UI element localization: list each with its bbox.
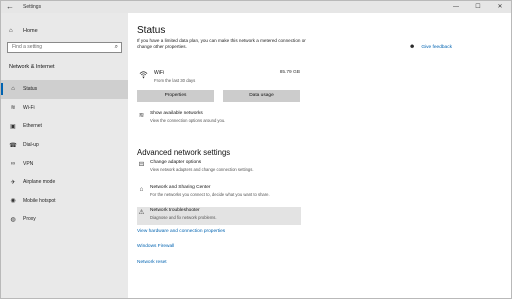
network-troubleshooter[interactable]: ⚠ Network troubleshooter Diagnose and fi… <box>137 207 301 225</box>
network-usage-row: WiFi From the last 30 days 85.79 GB <box>137 70 300 84</box>
wifi-icon: ≋ <box>10 105 16 112</box>
option-description: Diagnose and fix network problems. <box>150 215 217 220</box>
search-placeholder: Find a setting <box>12 44 43 50</box>
title-bar: ← Settings — ☐ ✕ <box>1 1 511 13</box>
change-adapter-options[interactable]: ⊟ Change adapter options View network ad… <box>137 159 300 177</box>
sidebar-item-status[interactable]: ⌂ Status <box>1 80 128 99</box>
properties-button[interactable]: Properties <box>137 90 214 102</box>
adapter-icon: ⊟ <box>138 161 145 168</box>
home-icon: ⌂ <box>11 86 15 93</box>
sidebar-item-label: VPN <box>23 160 34 167</box>
sidebar-item-label: Dial-up <box>23 142 39 149</box>
option-title: Show available networks <box>150 111 203 116</box>
settings-window: ← Settings — ☐ ✕ ⌂ Home Find a setting ⌕… <box>0 0 512 299</box>
minimize-button[interactable]: — <box>445 1 467 13</box>
home-label: Home <box>23 28 38 34</box>
option-title: Network and Sharing Center <box>150 185 211 190</box>
warning-icon: ⚠ <box>138 209 145 216</box>
home-link[interactable]: ⌂ Home <box>9 27 38 35</box>
wifi-icon <box>139 71 148 79</box>
sidebar-item-label: Status <box>23 86 38 93</box>
sidebar-item-ethernet[interactable]: ▣ Ethernet <box>1 117 128 136</box>
sidebar-item-airplane-mode[interactable]: ✈ Airplane mode <box>1 173 128 192</box>
back-button[interactable]: ← <box>5 2 15 12</box>
option-description: View the connection options around you. <box>150 118 226 123</box>
vpn-icon: ∞ <box>10 160 16 167</box>
give-feedback-link[interactable]: ☻ Give feedback <box>409 44 452 50</box>
network-reset-link[interactable]: Network reset <box>137 260 167 265</box>
airplane-icon: ✈ <box>10 179 16 186</box>
page-title: Status <box>137 25 166 36</box>
globe-icon: ◍ <box>10 216 16 223</box>
sidebar-item-label: Airplane mode <box>23 179 56 186</box>
view-hardware-link[interactable]: View hardware and connection properties <box>137 229 225 234</box>
sidebar-item-label: Wi-Fi <box>23 104 35 111</box>
feedback-icon: ☻ <box>409 44 416 50</box>
advanced-settings-heading: Advanced network settings <box>137 148 231 157</box>
sidebar-nav: ⌂ Status ≋ Wi-Fi ▣ Ethernet ☎ Dial-up ∞ … <box>1 80 128 229</box>
sidebar-item-wifi[interactable]: ≋ Wi-Fi <box>1 99 128 118</box>
sidebar-item-proxy[interactable]: ◍ Proxy <box>1 210 128 229</box>
wifi-icon: ≋ <box>138 112 145 119</box>
network-name: WiFi <box>154 70 164 76</box>
option-description: For the networks you connect to, decide … <box>150 192 270 197</box>
sidebar-item-label: Ethernet <box>23 123 42 130</box>
windows-firewall-link[interactable]: Windows Firewall <box>137 244 174 249</box>
status-intro-text: If you have a limited data plan, you can… <box>137 38 306 49</box>
search-input[interactable]: Find a setting ⌕ <box>7 42 122 53</box>
show-available-networks[interactable]: ≋ Show available networks View the conne… <box>137 110 300 128</box>
sidebar-section-title: Network & Internet <box>9 64 55 70</box>
sidebar-item-vpn[interactable]: ∞ VPN <box>1 154 128 173</box>
home-icon: ⌂ <box>9 28 13 34</box>
option-title: Change adapter options <box>150 160 202 165</box>
sidebar-item-label: Mobile hotspot <box>23 197 56 204</box>
sidebar-item-dialup[interactable]: ☎ Dial-up <box>1 136 128 155</box>
option-title: Network troubleshooter <box>150 208 200 213</box>
window-title: Settings <box>23 4 42 10</box>
sidebar-item-label: Proxy <box>23 216 36 223</box>
sidebar-item-mobile-hotspot[interactable]: ◉ Mobile hotspot <box>1 192 128 211</box>
search-icon[interactable]: ⌕ <box>115 43 118 52</box>
close-button[interactable]: ✕ <box>489 1 511 13</box>
main-content: Status If you have a limited data plan, … <box>128 13 511 298</box>
sharing-icon: ⌂ <box>139 186 144 193</box>
network-and-sharing-center[interactable]: ⌂ Network and Sharing Center For the net… <box>137 184 300 202</box>
sidebar: ⌂ Home Find a setting ⌕ Network & Intern… <box>1 13 128 298</box>
hotspot-icon: ◉ <box>10 198 16 205</box>
window-controls: — ☐ ✕ <box>445 1 511 13</box>
dialup-icon: ☎ <box>9 142 17 149</box>
feedback-label: Give feedback <box>421 44 452 50</box>
option-description: View network adapters and change connect… <box>150 167 254 172</box>
data-usage-amount: 85.79 GB <box>279 70 300 75</box>
data-usage-button[interactable]: Data usage <box>223 90 300 102</box>
maximize-button[interactable]: ☐ <box>467 1 489 13</box>
usage-period: From the last 30 days <box>154 78 196 83</box>
ethernet-icon: ▣ <box>10 123 16 130</box>
